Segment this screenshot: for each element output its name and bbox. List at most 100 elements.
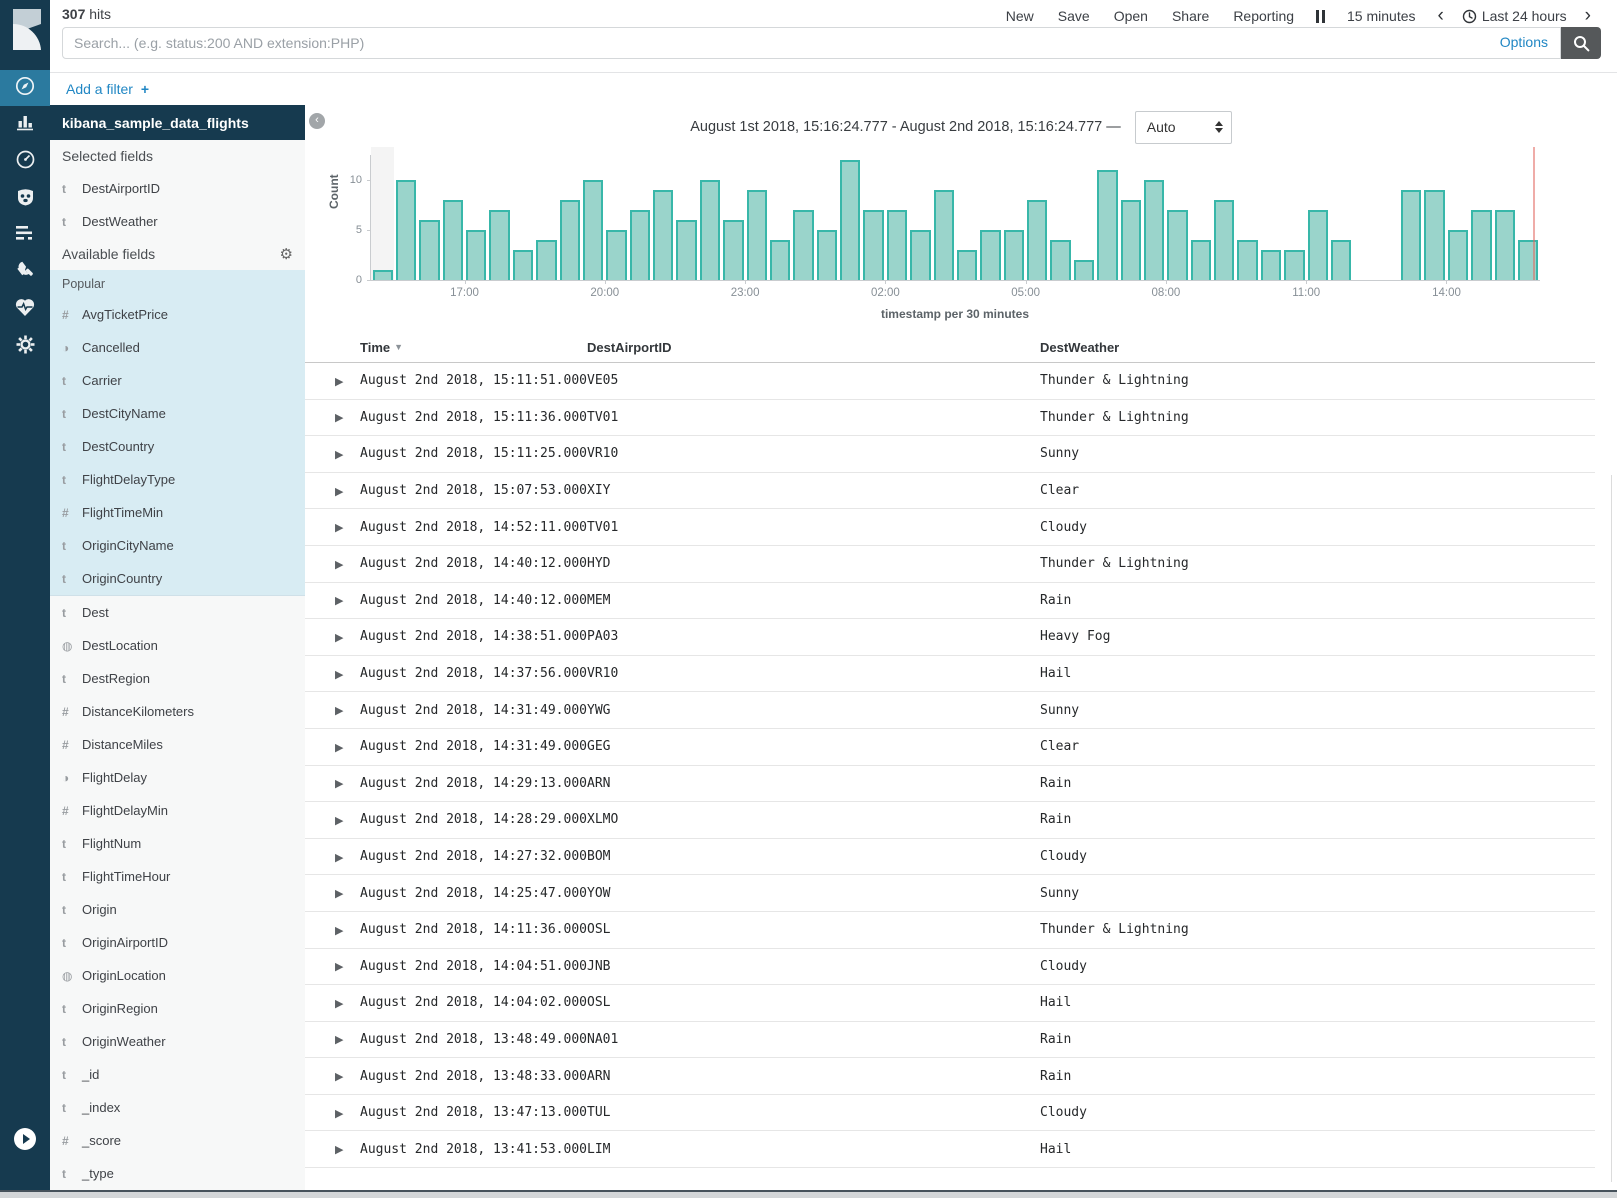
field-item-AvgTicketPrice[interactable]: #AvgTicketPrice (50, 298, 305, 331)
expand-row-caret-icon[interactable]: ▶ (335, 778, 343, 790)
field-settings-gear-icon[interactable]: ⚙ (280, 245, 293, 263)
add-filter-button[interactable]: Add a filter + (66, 81, 149, 97)
expand-row-caret-icon[interactable]: ▶ (335, 852, 343, 864)
expand-row-caret-icon[interactable]: ▶ (335, 1034, 343, 1046)
histogram-bar[interactable] (910, 230, 930, 280)
expand-row-caret-icon[interactable]: ▶ (335, 632, 343, 644)
search-button[interactable] (1561, 27, 1601, 59)
expand-row-caret-icon[interactable]: ▶ (335, 925, 343, 937)
field-item-DistanceKilometers[interactable]: #DistanceKilometers (50, 695, 305, 728)
field-item-OriginWeather[interactable]: tOriginWeather (50, 1025, 305, 1058)
expand-row-caret-icon[interactable]: ▶ (335, 961, 343, 973)
field-item-DestCityName[interactable]: tDestCityName (50, 397, 305, 430)
reporting-button[interactable]: Reporting (1221, 4, 1306, 28)
histogram-bar[interactable] (1471, 210, 1491, 280)
histogram-bar[interactable] (1261, 250, 1281, 280)
field-item-_id[interactable]: t_id (50, 1058, 305, 1091)
share-button[interactable]: Share (1160, 4, 1221, 28)
column-header-time[interactable]: Time▼ (360, 340, 587, 355)
field-item-Carrier[interactable]: tCarrier (50, 364, 305, 397)
field-item-DestRegion[interactable]: tDestRegion (50, 662, 305, 695)
index-pattern-selector[interactable]: kibana_sample_data_flights (50, 105, 305, 140)
field-item-_score[interactable]: #_score (50, 1124, 305, 1157)
nav-management[interactable] (0, 328, 50, 365)
histogram-bar[interactable] (1144, 180, 1164, 280)
expand-row-caret-icon[interactable]: ▶ (335, 449, 343, 461)
column-header-dest-airport-id[interactable]: DestAirportID (587, 340, 1040, 355)
interval-select[interactable]: Auto (1135, 111, 1232, 144)
time-forward-chevron[interactable]: › (1575, 5, 1601, 27)
histogram-bar[interactable] (770, 240, 790, 280)
histogram-bar[interactable] (1097, 170, 1117, 280)
histogram-bar[interactable] (1027, 200, 1047, 280)
field-item-FlightDelayType[interactable]: tFlightDelayType (50, 463, 305, 496)
histogram-bar[interactable] (1214, 200, 1234, 280)
expand-row-caret-icon[interactable]: ▶ (335, 522, 343, 534)
histogram-bar[interactable] (536, 240, 556, 280)
expand-row-caret-icon[interactable]: ▶ (335, 888, 343, 900)
expand-row-caret-icon[interactable]: ▶ (335, 1144, 343, 1156)
histogram-bar[interactable] (583, 180, 603, 280)
new-button[interactable]: New (994, 4, 1046, 28)
expand-row-caret-icon[interactable]: ▶ (335, 998, 343, 1010)
expand-row-caret-icon[interactable]: ▶ (335, 669, 343, 681)
field-item-Origin[interactable]: tOrigin (50, 893, 305, 926)
histogram-bar[interactable] (489, 210, 509, 280)
histogram-bar[interactable] (1237, 240, 1257, 280)
histogram-bar[interactable] (1004, 230, 1024, 280)
expand-row-caret-icon[interactable]: ▶ (335, 742, 343, 754)
expand-row-caret-icon[interactable]: ▶ (335, 1108, 343, 1120)
expand-row-caret-icon[interactable]: ▶ (335, 376, 343, 388)
nav-discover[interactable] (0, 70, 50, 106)
search-options-link[interactable]: Options (1500, 34, 1548, 50)
expand-row-caret-icon[interactable]: ▶ (335, 595, 343, 607)
histogram-bar[interactable] (1284, 250, 1304, 280)
field-item-FlightDelay[interactable]: ◑FlightDelay (50, 761, 305, 794)
field-item-FlightTimeHour[interactable]: tFlightTimeHour (50, 860, 305, 893)
search-input[interactable] (63, 28, 1560, 58)
nav-timelion[interactable] (0, 180, 50, 217)
expand-row-caret-icon[interactable]: ▶ (335, 412, 343, 424)
histogram-bar[interactable] (396, 180, 416, 280)
expand-row-caret-icon[interactable]: ▶ (335, 815, 343, 827)
histogram-bar[interactable] (700, 180, 720, 280)
histogram-bar[interactable] (606, 230, 626, 280)
kibana-logo[interactable] (0, 0, 50, 57)
histogram-bar[interactable] (934, 190, 954, 280)
nav-dev-tools[interactable] (0, 254, 50, 291)
histogram-bar[interactable] (653, 190, 673, 280)
histogram-bar[interactable] (840, 160, 860, 280)
histogram-bar[interactable] (1167, 210, 1187, 280)
column-header-dest-weather[interactable]: DestWeather (1040, 340, 1595, 355)
expand-row-caret-icon[interactable]: ▶ (335, 1071, 343, 1083)
histogram-bar[interactable] (1308, 210, 1328, 280)
scroll-edge-divider[interactable] (1611, 475, 1612, 1182)
nav-monitoring[interactable] (0, 291, 50, 328)
pause-refresh-button[interactable] (1306, 6, 1335, 27)
field-item-_type[interactable]: t_type (50, 1157, 305, 1190)
histogram-bar[interactable] (676, 220, 696, 280)
histogram-bar[interactable] (513, 250, 533, 280)
nav-visualize[interactable] (0, 106, 50, 143)
field-item-OriginCityName[interactable]: tOriginCityName (50, 529, 305, 562)
field-item-OriginCountry[interactable]: tOriginCountry (50, 562, 305, 595)
field-item-DestWeather[interactable]: tDestWeather (50, 205, 305, 238)
histogram-bar[interactable] (630, 210, 650, 280)
field-item-DestCountry[interactable]: tDestCountry (50, 430, 305, 463)
histogram-bar[interactable] (747, 190, 767, 280)
histogram-bar[interactable] (419, 220, 439, 280)
histogram-plot[interactable]: 0510 17:0020:0023:0002:0005:0008:0011:00… (370, 155, 1540, 281)
field-item-DistanceMiles[interactable]: #DistanceMiles (50, 728, 305, 761)
field-item-FlightNum[interactable]: tFlightNum (50, 827, 305, 860)
nav-apm[interactable] (0, 217, 50, 254)
histogram-bar[interactable] (560, 200, 580, 280)
field-item-FlightTimeMin[interactable]: #FlightTimeMin (50, 496, 305, 529)
histogram-bar[interactable] (957, 250, 977, 280)
expand-row-caret-icon[interactable]: ▶ (335, 486, 343, 498)
expand-row-caret-icon[interactable]: ▶ (335, 559, 343, 571)
histogram-bar[interactable] (723, 220, 743, 280)
histogram-bar[interactable] (373, 270, 393, 280)
open-button[interactable]: Open (1102, 4, 1160, 28)
field-item-_index[interactable]: t_index (50, 1091, 305, 1124)
histogram-bar[interactable] (1331, 240, 1351, 280)
